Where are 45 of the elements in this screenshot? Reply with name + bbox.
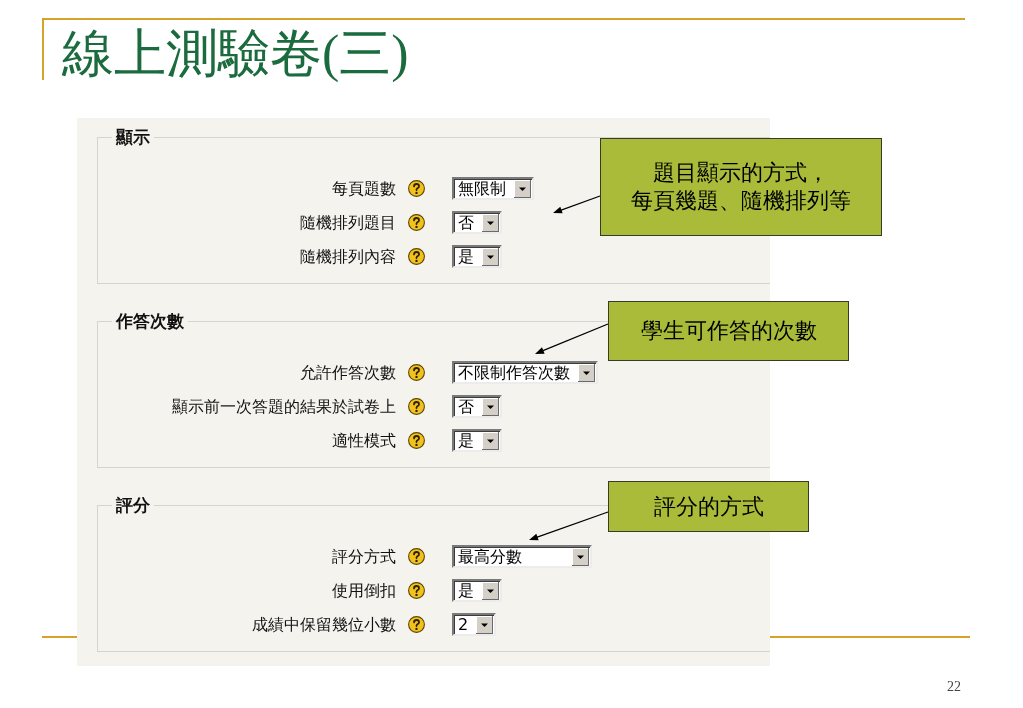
field-label: 允許作答次數 [299,363,396,382]
caret-icon[interactable] [482,581,499,600]
field-label: 評分方式 [331,547,396,566]
dropdown[interactable]: 最高分數 [452,545,592,568]
field-label: 顯示前一次答題的結果於試卷上 [171,397,396,416]
section-title: 顯示 [115,128,151,146]
section-title: 評分 [115,496,151,514]
caret-icon[interactable] [482,247,499,266]
dropdown[interactable]: 無限制 [452,177,534,200]
dropdown[interactable]: 是 [452,429,502,452]
help-icon[interactable] [408,180,425,197]
help-icon[interactable] [408,398,425,415]
caret-icon[interactable] [482,213,499,232]
caret-icon[interactable] [482,431,499,450]
callout: 題目顯示的方式， 每頁幾題、隨機排列等 [600,138,882,236]
caret-icon[interactable] [514,179,531,198]
help-icon[interactable] [408,548,425,565]
help-icon[interactable] [408,432,425,449]
dropdown[interactable]: 是 [452,579,502,602]
dropdown[interactable]: 否 [452,211,502,234]
dropdown[interactable]: 否 [452,395,502,418]
help-icon[interactable] [408,616,425,633]
help-icon[interactable] [408,214,425,231]
field-label: 隨機排列內容 [299,247,396,266]
caret-icon[interactable] [578,363,595,382]
help-icon[interactable] [408,364,425,381]
dropdown[interactable]: 不限制作答次數 [452,361,598,384]
caret-icon[interactable] [476,615,494,634]
callout: 評分的方式 [608,481,809,532]
slide-title: 線上測驗卷(三) [61,24,409,80]
field-label: 使用倒扣 [331,581,396,600]
dropdown[interactable]: 是 [452,245,502,268]
dropdown[interactable]: 2 [452,613,497,636]
section-title: 作答次數 [114,312,185,330]
caret-icon[interactable] [482,397,499,416]
field-label: 隨機排列題目 [299,213,396,232]
callout-arrow [553,195,601,214]
field-label: 每頁題數 [331,179,396,198]
page-number: 22 [947,679,961,695]
help-icon[interactable] [408,582,425,599]
caret-icon[interactable] [572,547,589,566]
help-icon[interactable] [408,248,425,265]
field-label: 適性模式 [331,431,396,450]
field-label: 成績中保留幾位小數 [251,615,396,634]
callout: 學生可作答的次數 [608,301,849,361]
